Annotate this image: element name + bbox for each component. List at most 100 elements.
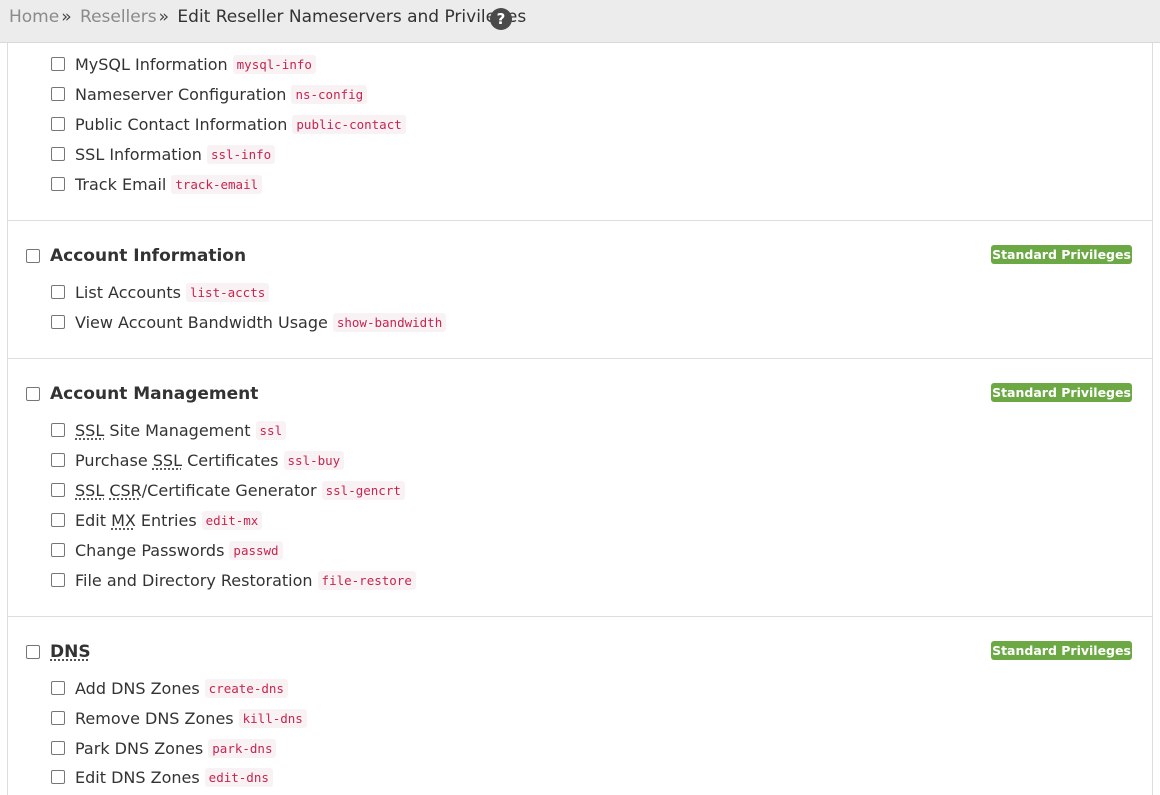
- privilege-item[interactable]: Nameserver Configuration ns-config: [51, 82, 368, 106]
- privilege-label: SSL Information: [75, 144, 202, 164]
- standard-privileges-badge: Standard Privileges: [991, 245, 1132, 264]
- label-text: Certificates: [181, 450, 279, 470]
- privilege-checkbox[interactable]: [51, 741, 65, 755]
- privilege-label: MySQL Information: [75, 54, 228, 74]
- ssl-abbr: SSL: [75, 420, 105, 440]
- privilege-item[interactable]: SSL CSR/Certificate Generator ssl-gencrt: [51, 478, 405, 502]
- section-header[interactable]: Account Management: [26, 381, 258, 407]
- privilege-item[interactable]: Park DNS Zones park-dns: [51, 736, 277, 760]
- breadcrumb-separator: »: [61, 7, 72, 27]
- privilege-label: Edit DNS Zones: [75, 767, 200, 787]
- privilege-code: passwd: [229, 540, 283, 560]
- privilege-item[interactable]: Add DNS Zones create-dns: [51, 676, 288, 700]
- privilege-label: Track Email: [75, 174, 167, 194]
- breadcrumb-current: Edit Reseller Nameservers and Privileges: [177, 7, 527, 27]
- section-dns: DNS Standard Privileges Add DNS Zones cr…: [7, 617, 1153, 795]
- privilege-label: SSL CSR/Certificate Generator: [75, 481, 317, 500]
- privilege-item[interactable]: Change Passwords passwd: [51, 538, 283, 562]
- privilege-checkbox[interactable]: [51, 177, 65, 191]
- privilege-item[interactable]: Public Contact Information public-contac…: [51, 112, 406, 136]
- privilege-item[interactable]: Edit MX Entries edit-mx: [51, 508, 263, 532]
- label-text: Purchase: [75, 450, 153, 470]
- breadcrumb-home-link[interactable]: Home: [9, 7, 59, 27]
- breadcrumb-bar: Home» Resellers» Edit Reseller Nameserve…: [0, 0, 1160, 43]
- privilege-code: file-restore: [317, 570, 416, 590]
- label-text: Site Management: [104, 420, 251, 440]
- privilege-code: track-email: [171, 174, 263, 194]
- privilege-label: SSL Site Management: [75, 421, 251, 440]
- privilege-code: edit-dns: [204, 767, 273, 787]
- privilege-checkbox[interactable]: [51, 423, 65, 437]
- privilege-item[interactable]: MySQL Information mysql-info: [51, 52, 316, 76]
- privilege-checkbox[interactable]: [51, 681, 65, 695]
- section-checkbox[interactable]: [26, 249, 40, 263]
- privilege-item[interactable]: SSL Site Management ssl: [51, 418, 287, 442]
- privilege-item[interactable]: SSL Information ssl-info: [51, 142, 276, 166]
- section-header[interactable]: Account Information: [26, 243, 246, 269]
- privilege-code: kill-dns: [238, 708, 307, 728]
- standard-privileges-badge: Standard Privileges: [991, 641, 1132, 660]
- privilege-checkbox[interactable]: [51, 57, 65, 71]
- privilege-checkbox[interactable]: [51, 543, 65, 557]
- privilege-checkbox[interactable]: [51, 285, 65, 299]
- section-checkbox[interactable]: [26, 387, 40, 401]
- breadcrumb-separator: »: [158, 7, 169, 27]
- privilege-checkbox[interactable]: [51, 147, 65, 161]
- privilege-item[interactable]: Edit DNS Zones edit-dns: [51, 765, 273, 789]
- privilege-checkbox[interactable]: [51, 117, 65, 131]
- privilege-label: Purchase SSL Certificates: [75, 451, 279, 470]
- privilege-section-partial: MySQL Information mysql-info Nameserver …: [7, 42, 1153, 221]
- privilege-code: park-dns: [208, 738, 277, 758]
- label-text: Entries: [135, 510, 197, 530]
- privilege-label: Add DNS Zones: [75, 678, 200, 698]
- section-title: DNS: [50, 642, 91, 662]
- privilege-checkbox[interactable]: [51, 483, 65, 497]
- section-title: Account Information: [50, 246, 247, 266]
- privilege-label: Remove DNS Zones: [75, 708, 234, 728]
- privilege-code: list-accts: [186, 282, 270, 302]
- privilege-checkbox[interactable]: [51, 573, 65, 587]
- privilege-code: mysql-info: [232, 54, 316, 74]
- breadcrumb-resellers-link[interactable]: Resellers: [80, 7, 157, 27]
- section-account-management: Account Management Standard Privileges S…: [7, 359, 1153, 617]
- privilege-code: create-dns: [204, 678, 288, 698]
- ssl-abbr: SSL: [75, 480, 105, 500]
- privilege-code: ssl-buy: [283, 450, 345, 470]
- section-checkbox[interactable]: [26, 645, 40, 659]
- privilege-checkbox[interactable]: [51, 87, 65, 101]
- privilege-item[interactable]: File and Directory Restoration file-rest…: [51, 568, 416, 592]
- privilege-checkbox[interactable]: [51, 711, 65, 725]
- section-header[interactable]: DNS: [26, 639, 91, 665]
- privilege-item[interactable]: Track Email track-email: [51, 172, 263, 196]
- mx-abbr: MX: [111, 510, 136, 530]
- privilege-label: Park DNS Zones: [75, 738, 204, 758]
- privilege-item[interactable]: Remove DNS Zones kill-dns: [51, 706, 307, 730]
- privilege-code: ssl-gencrt: [321, 480, 405, 500]
- privilege-label: Nameserver Configuration: [75, 84, 287, 104]
- privilege-label: Edit MX Entries: [75, 511, 197, 530]
- standard-privileges-badge: Standard Privileges: [991, 383, 1132, 402]
- section-title: Account Management: [50, 384, 259, 404]
- privilege-code: show-bandwidth: [332, 312, 447, 332]
- privilege-code: ssl-info: [206, 144, 276, 164]
- privilege-code: public-contact: [292, 114, 406, 134]
- privilege-code: ns-config: [291, 84, 368, 104]
- privilege-label: View Account Bandwidth Usage: [75, 312, 328, 332]
- breadcrumb: Home» Resellers» Edit Reseller Nameserve…: [9, 6, 526, 28]
- privilege-item[interactable]: List Accounts list-accts: [51, 280, 270, 304]
- ssl-abbr: SSL: [152, 450, 182, 470]
- privilege-label: File and Directory Restoration: [75, 570, 313, 590]
- privilege-code: ssl: [255, 420, 287, 440]
- privilege-label: Change Passwords: [75, 540, 225, 560]
- privilege-item[interactable]: Purchase SSL Certificates ssl-buy: [51, 448, 345, 472]
- privilege-checkbox[interactable]: [51, 315, 65, 329]
- csr-abbr: CSR: [109, 480, 142, 500]
- question-circle-icon[interactable]: ?: [490, 8, 512, 30]
- privilege-item[interactable]: View Account Bandwidth Usage show-bandwi…: [51, 310, 447, 334]
- privilege-label: Public Contact Information: [75, 114, 288, 134]
- privilege-label: List Accounts: [75, 282, 181, 302]
- privilege-checkbox[interactable]: [51, 770, 65, 784]
- privilege-code: edit-mx: [201, 510, 263, 530]
- privilege-checkbox[interactable]: [51, 453, 65, 467]
- privilege-checkbox[interactable]: [51, 513, 65, 527]
